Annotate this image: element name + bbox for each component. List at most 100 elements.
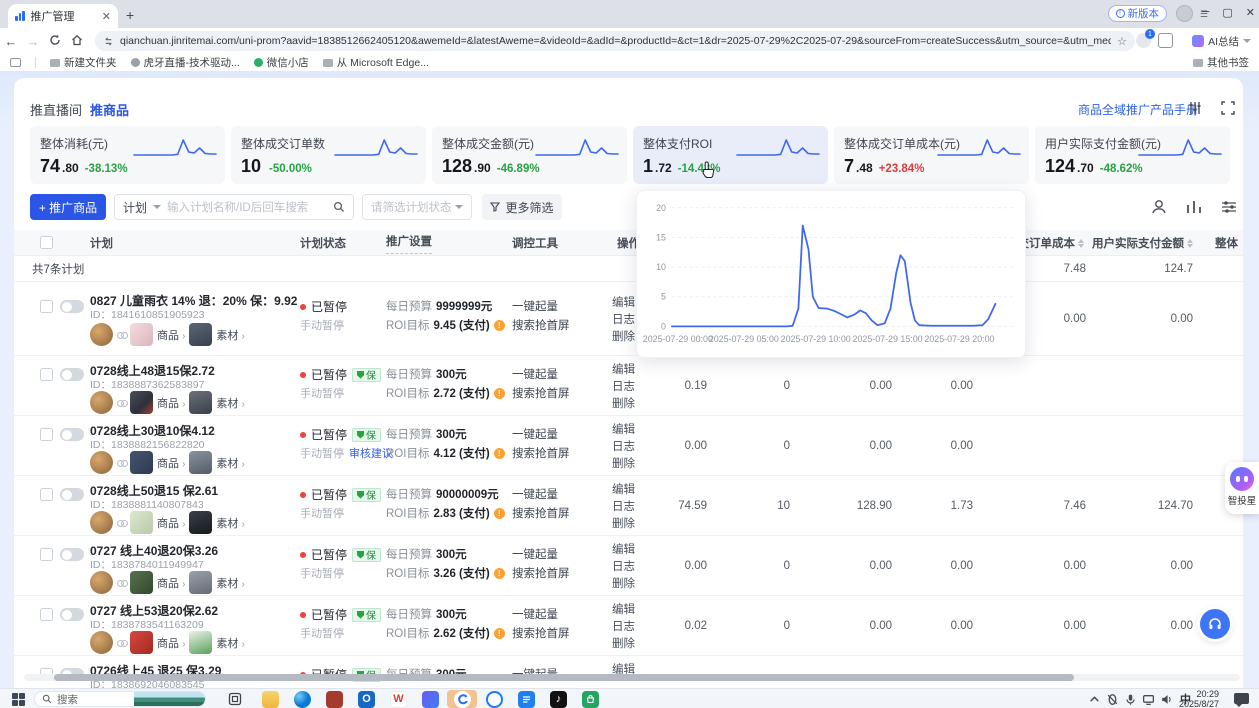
docs-app-icon[interactable]	[518, 691, 535, 707]
column-settings-icon[interactable]	[1218, 196, 1240, 218]
row-checkbox[interactable]	[40, 608, 53, 621]
product-link[interactable]: 商品 ›	[157, 327, 185, 343]
row-checkbox[interactable]	[40, 548, 53, 561]
plan-toggle-switch[interactable]	[60, 428, 84, 441]
product-thumbnail[interactable]	[130, 391, 153, 414]
douyin-icon[interactable]: ♪	[550, 691, 567, 707]
row-checkbox[interactable]	[40, 300, 53, 313]
product-link[interactable]: 商品 ›	[157, 515, 185, 531]
create-promotion-button[interactable]: + 推广商品	[30, 194, 106, 220]
metric-card[interactable]: 整体成交订单成本(元) 7.48 +23.84%	[834, 126, 1029, 184]
side-panel-icon[interactable]	[10, 58, 21, 67]
account-avatar[interactable]	[90, 451, 113, 474]
warning-icon[interactable]: !	[494, 568, 505, 579]
browser-profile-avatar[interactable]	[1176, 5, 1193, 22]
product-thumbnail[interactable]	[130, 323, 153, 346]
new-version-badge[interactable]: !新版本	[1108, 5, 1168, 22]
browser-tab[interactable]: 推广管理 ✕	[8, 4, 118, 28]
product-link[interactable]: 商品 ›	[157, 635, 185, 651]
task-view-icon[interactable]	[226, 691, 244, 707]
search-input[interactable]: 输入计划名称/ID后回车搜索	[167, 199, 327, 215]
metric-card[interactable]: 整体成交订单数 10 -50.00%	[231, 126, 426, 184]
metric-settings-icon[interactable]	[1186, 99, 1204, 117]
warning-icon[interactable]: !	[494, 448, 505, 459]
bookmark-item[interactable]: 新建文件夹	[50, 55, 117, 70]
one-key-boost-link[interactable]: 一键起量	[512, 546, 558, 562]
row-checkbox[interactable]	[40, 428, 53, 441]
account-avatar[interactable]	[90, 391, 113, 414]
one-key-boost-link[interactable]: 一键起量	[512, 366, 558, 382]
tab-promote-product[interactable]: 推商品	[90, 100, 129, 119]
qianchuan-browser-icon[interactable]	[454, 691, 471, 707]
material-thumbnail[interactable]	[189, 391, 212, 414]
material-link[interactable]: 素材 ›	[216, 575, 244, 591]
wps-icon[interactable]: W	[390, 691, 407, 707]
account-avatar[interactable]	[90, 323, 113, 346]
notification-center-icon[interactable]	[1234, 693, 1249, 704]
header-pay-amount-sort[interactable]: 用户实际支付金额	[1100, 230, 1193, 256]
product-thumbnail[interactable]	[130, 571, 153, 594]
row-checkbox[interactable]	[40, 488, 53, 501]
plan-toggle-switch[interactable]	[60, 608, 84, 621]
material-thumbnail[interactable]	[189, 323, 212, 346]
app-icon-purple[interactable]	[422, 691, 439, 707]
tray-display-icon[interactable]	[1142, 691, 1155, 707]
plan-toggle-switch[interactable]	[60, 368, 84, 381]
new-tab-button[interactable]: +	[126, 8, 134, 22]
material-thumbnail[interactable]	[189, 631, 212, 654]
warning-icon[interactable]: !	[494, 508, 505, 519]
horizontal-scrollbar[interactable]	[24, 674, 1240, 681]
tray-expand-chevron-icon[interactable]	[1088, 691, 1101, 707]
warning-icon[interactable]: !	[494, 628, 505, 639]
search-top-screen-link[interactable]: 搜索抢首屏	[512, 445, 570, 461]
one-key-boost-link[interactable]: 一键起量	[512, 606, 558, 622]
metric-card[interactable]: 整体成交金额(元) 128.90 -46.89%	[432, 126, 627, 184]
bookmark-item[interactable]: 从 Microsoft Edge...	[323, 55, 429, 70]
metric-card[interactable]: 用户实际支付金额(元) 124.70 -48.62%	[1035, 126, 1230, 184]
plan-search-group[interactable]: 计划 输入计划名称/ID后回车搜索	[114, 194, 354, 220]
back-button[interactable]: ←	[0, 34, 22, 49]
product-manual-link[interactable]: 商品全域推广产品手册	[1078, 101, 1198, 118]
warning-icon[interactable]: !	[494, 388, 505, 399]
tray-mouse-icon[interactable]	[1106, 691, 1119, 707]
edge-icon[interactable]	[294, 691, 311, 707]
other-bookmarks[interactable]: 其他书签	[1193, 55, 1249, 70]
home-button[interactable]	[66, 34, 88, 49]
metric-card[interactable]: 整体支付ROI 1.72 -14.43%	[633, 126, 828, 184]
more-filters-button[interactable]: 更多筛选	[482, 194, 562, 220]
fullscreen-icon[interactable]	[1219, 99, 1237, 117]
extension-icon[interactable]: 1	[1136, 33, 1151, 48]
material-link[interactable]: 素材 ›	[216, 635, 244, 651]
one-key-boost-link[interactable]: 一键起量	[512, 486, 558, 502]
material-link[interactable]: 素材 ›	[216, 327, 244, 343]
window-close-button[interactable]: ✕	[1246, 6, 1255, 19]
bookmark-item[interactable]: 虎牙直播-技术驱动...	[131, 55, 240, 70]
scrollbar-thumb[interactable]	[54, 674, 1074, 681]
product-link[interactable]: 商品 ›	[157, 395, 185, 411]
bookmark-star-icon[interactable]: ☆	[1117, 35, 1127, 48]
warning-icon[interactable]: !	[494, 320, 505, 331]
plan-toggle-switch[interactable]	[60, 488, 84, 501]
metric-card[interactable]: 整体消耗(元) 74.80 -38.13%	[30, 126, 225, 184]
material-link[interactable]: 素材 ›	[216, 515, 244, 531]
search-icon[interactable]	[333, 201, 345, 213]
window-minimize-button[interactable]: ─	[1202, 6, 1210, 19]
taskbar-clock[interactable]: 20:29 2025/8/27	[1179, 690, 1219, 708]
one-key-boost-link[interactable]: 一键起量	[512, 298, 558, 314]
product-link[interactable]: 商品 ›	[157, 575, 185, 591]
taskbar-search-box[interactable]: 搜索	[34, 691, 206, 707]
tray-volume-icon[interactable]	[1160, 691, 1173, 707]
row-checkbox[interactable]	[40, 368, 53, 381]
bookmark-item[interactable]: 微信小店	[254, 55, 309, 70]
product-thumbnail[interactable]	[130, 451, 153, 474]
wechat-store-icon[interactable]	[582, 691, 599, 707]
app-icon-red[interactable]	[326, 691, 343, 707]
window-maximize-button[interactable]: ▢	[1222, 6, 1232, 19]
start-button[interactable]	[8, 691, 28, 707]
address-bar[interactable]: qianchuan.jinritemai.com/uni-prom?aavid=…	[95, 31, 1135, 51]
assistant-widget[interactable]: 智投星	[1225, 462, 1259, 514]
account-avatar[interactable]	[90, 571, 113, 594]
tab-close-icon[interactable]: ✕	[102, 10, 111, 23]
account-avatar[interactable]	[90, 511, 113, 534]
explorer-icon[interactable]	[262, 691, 279, 707]
